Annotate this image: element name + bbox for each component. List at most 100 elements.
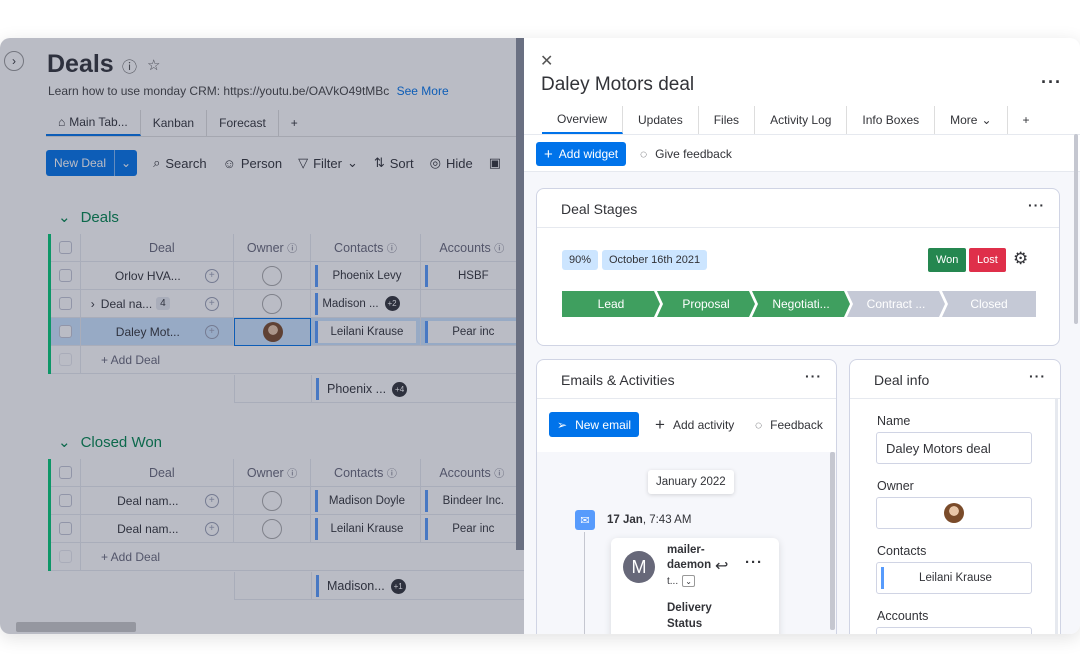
- deal-cell[interactable]: Daley Mot... +: [81, 317, 234, 346]
- deal-name[interactable]: Daley Mot...: [91, 325, 205, 339]
- owner-field[interactable]: [876, 497, 1032, 529]
- tab-files[interactable]: Files: [699, 106, 756, 134]
- add-update-icon[interactable]: +: [204, 521, 219, 536]
- accounts-cell[interactable]: Pear inc: [421, 514, 524, 543]
- deal-cell[interactable]: › Deal na... 4 +: [81, 289, 234, 318]
- chevron-down-icon[interactable]: ⌄: [682, 575, 696, 587]
- tab-info-boxes[interactable]: Info Boxes: [847, 106, 936, 134]
- deal-name[interactable]: Orlov HVA...: [91, 269, 205, 283]
- more-contacts-badge[interactable]: +1: [390, 578, 406, 594]
- more-options-icon[interactable]: ···: [1028, 197, 1045, 213]
- add-widget-button[interactable]: + Add widget: [536, 142, 627, 166]
- owner-cell[interactable]: [233, 317, 312, 346]
- add-deal-input[interactable]: + Add Deal: [81, 353, 160, 367]
- row-checkbox[interactable]: [51, 514, 81, 543]
- panel-scrollbar[interactable]: [1074, 134, 1078, 324]
- more-options-icon[interactable]: ···: [1041, 72, 1062, 93]
- add-update-icon[interactable]: +: [204, 324, 219, 339]
- person-filter-button[interactable]: ☺ Person: [223, 156, 282, 171]
- contact-chip[interactable]: Phoenix Levy: [315, 264, 416, 287]
- panel-title[interactable]: Daley Motors deal: [541, 74, 694, 96]
- add-view-button[interactable]: +: [279, 110, 310, 136]
- info-icon[interactable]: ⓘ: [387, 465, 397, 480]
- chevron-down-icon[interactable]: ⌄: [58, 433, 71, 451]
- deal-cell[interactable]: Deal nam... +: [81, 486, 234, 515]
- row-checkbox[interactable]: [51, 261, 81, 290]
- contact-chip[interactable]: Leilani Krause: [315, 320, 416, 343]
- search-button[interactable]: ⌕ Search: [153, 155, 206, 171]
- horizontal-scrollbar[interactable]: [16, 622, 136, 632]
- select-all-checkbox[interactable]: [51, 233, 81, 262]
- more-options-icon[interactable]: ···: [745, 554, 763, 571]
- contacts-cell[interactable]: Madison ... +2: [311, 289, 421, 318]
- deal-name[interactable]: Deal nam...: [91, 522, 205, 536]
- add-update-icon[interactable]: +: [204, 493, 219, 508]
- row-checkbox[interactable]: [51, 486, 81, 515]
- probability-tag[interactable]: 90%: [562, 250, 599, 270]
- owner-cell[interactable]: [234, 261, 312, 290]
- info-icon[interactable]: ⓘ: [287, 465, 297, 480]
- owner-cell[interactable]: [234, 514, 312, 543]
- table-row-selected[interactable]: Daley Mot... + Leilani Krause Pear inc: [51, 317, 524, 346]
- tab-main-table[interactable]: ⌂ Main Tab...: [46, 110, 141, 136]
- group-header-deals[interactable]: ⌄ Deals: [58, 208, 119, 227]
- deal-name[interactable]: Deal nam...: [91, 494, 205, 508]
- contacts-field[interactable]: Leilani Krause: [876, 562, 1032, 594]
- new-email-button[interactable]: ➢ New email: [549, 412, 640, 437]
- contacts-cell[interactable]: Leilani Krause: [311, 514, 421, 543]
- select-all-checkbox[interactable]: [51, 458, 81, 487]
- deal-name[interactable]: Deal na...: [101, 297, 152, 311]
- name-field[interactable]: Daley Motors deal: [876, 432, 1032, 464]
- deal-cell[interactable]: Deal nam... +: [81, 514, 234, 543]
- add-deal-row[interactable]: + Add Deal: [51, 345, 524, 374]
- info-icon[interactable]: ⓘ: [287, 240, 297, 255]
- more-contacts-badge[interactable]: +4: [392, 381, 408, 397]
- contact-chip[interactable]: Leilani Krause: [315, 517, 416, 540]
- contact-chip[interactable]: Madison ... +2: [315, 292, 416, 315]
- card-scrollbar[interactable]: [1055, 398, 1058, 634]
- feed-scrollbar[interactable]: [830, 452, 835, 630]
- more-options-icon[interactable]: ···: [1029, 368, 1046, 384]
- account-chip[interactable]: Bindeer Inc.: [424, 489, 519, 512]
- reply-icon[interactable]: ↩: [715, 556, 728, 576]
- row-checkbox[interactable]: [51, 317, 81, 346]
- add-activity-button[interactable]: + Add activity: [655, 412, 734, 437]
- won-button[interactable]: Won: [928, 248, 967, 272]
- subitems-count-badge[interactable]: 4: [156, 297, 170, 310]
- table-row[interactable]: › Deal na... 4 + Madison ... +2: [51, 289, 524, 318]
- add-tab-button[interactable]: +: [1008, 106, 1045, 134]
- stage-proposal[interactable]: Proposal: [657, 291, 755, 317]
- stage-contract[interactable]: Contract ...: [847, 291, 945, 317]
- contacts-cell[interactable]: Phoenix Levy: [311, 261, 421, 290]
- owner-cell[interactable]: [234, 486, 312, 515]
- more-toolbar-icon[interactable]: ▣: [489, 155, 501, 171]
- settings-gear-icon[interactable]: ⚙: [1013, 249, 1028, 269]
- email-card[interactable]: M mailer-daemon t... ⌄ ↩ ··· Delivery St…: [611, 538, 779, 634]
- add-update-icon[interactable]: +: [204, 268, 219, 283]
- info-icon[interactable]: ⓘ: [494, 465, 504, 480]
- accounts-cell[interactable]: HSBF: [421, 261, 524, 290]
- accounts-field[interactable]: [876, 627, 1032, 634]
- see-more-link[interactable]: See More: [397, 84, 449, 98]
- feedback-button[interactable]: ◌ Feedback: [755, 412, 823, 437]
- sort-button[interactable]: ⇅ Sort: [374, 155, 414, 171]
- stage-negotiation[interactable]: Negotiati...: [752, 291, 850, 317]
- stage-lead[interactable]: Lead: [562, 291, 660, 317]
- tab-more[interactable]: More ⌄: [935, 106, 1008, 134]
- filter-button[interactable]: ▽ Filter ⌄: [298, 155, 358, 171]
- lost-button[interactable]: Lost: [969, 248, 1006, 272]
- account-chip[interactable]: Pear inc: [424, 517, 519, 540]
- add-deal-input[interactable]: + Add Deal: [81, 550, 160, 564]
- tab-overview[interactable]: Overview: [542, 106, 624, 134]
- stage-closed[interactable]: Closed: [942, 291, 1036, 317]
- info-icon[interactable]: ⓘ: [122, 56, 137, 77]
- deal-cell[interactable]: Orlov HVA... +: [81, 261, 234, 290]
- account-chip[interactable]: Pear inc: [424, 320, 519, 343]
- tab-updates[interactable]: Updates: [623, 106, 699, 134]
- tab-activity-log[interactable]: Activity Log: [755, 106, 848, 134]
- give-feedback-button[interactable]: ◌ Give feedback: [640, 142, 732, 166]
- star-icon[interactable]: ☆: [147, 56, 160, 77]
- contacts-cell[interactable]: Leilani Krause: [311, 317, 421, 346]
- table-row[interactable]: Deal nam... + Madison Doyle Bindeer Inc.: [51, 486, 524, 515]
- account-chip[interactable]: HSBF: [424, 264, 519, 287]
